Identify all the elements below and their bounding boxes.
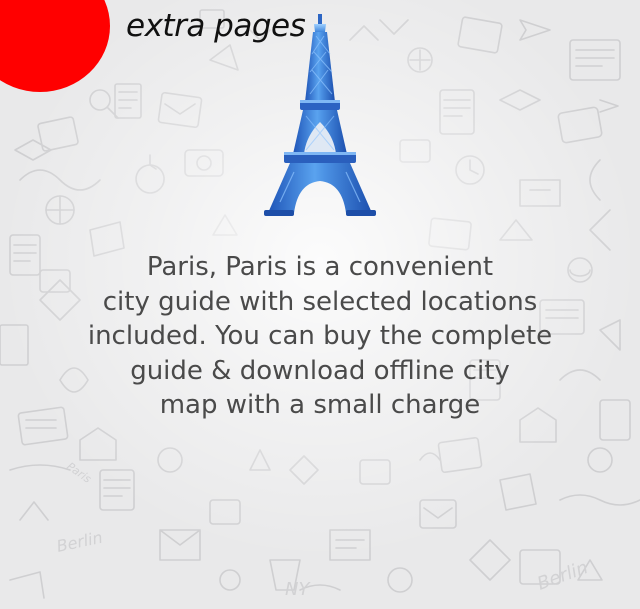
description-line: included. You can buy the complete: [87, 321, 553, 351]
description-line: city guide with selected locations: [102, 286, 538, 317]
description-line: Paris, Paris is a convenient: [146, 252, 494, 282]
doodle-word-ny: NY: [285, 579, 311, 600]
description-line: map with a small charge: [159, 390, 481, 420]
description-line: guide & download offline city: [130, 355, 510, 386]
eiffel-tower-icon: [264, 14, 376, 216]
description-text: Paris, Paris is a convenient city guide …: [40, 250, 600, 423]
